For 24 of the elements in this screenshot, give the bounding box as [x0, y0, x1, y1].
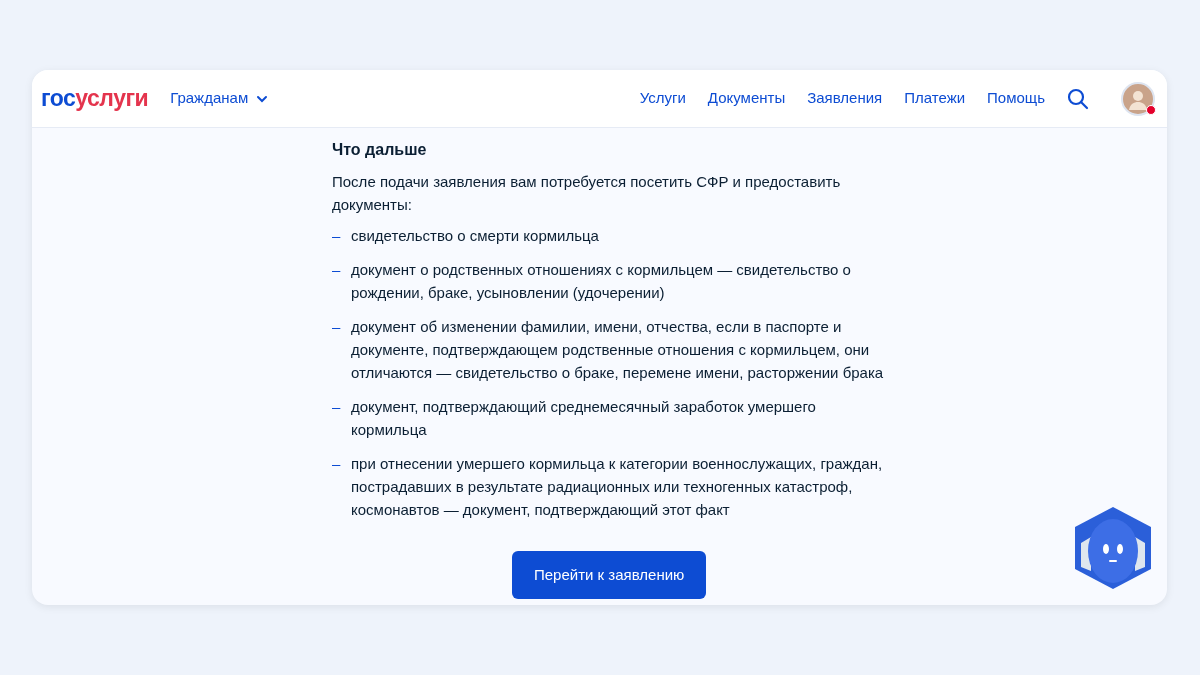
chevron-icon [256, 94, 269, 103]
logo[interactable]: госуслуги [41, 81, 149, 116]
nav-link[interactable]: Платежи [904, 87, 966, 110]
nav-link[interactable]: Заявления [807, 87, 883, 110]
section-heading: Что дальше [332, 140, 428, 160]
nav-link[interactable]: Услуги [639, 87, 686, 110]
audience-menu[interactable]: Гражданам [170, 87, 269, 110]
list-item-text: документ о родственных отношениях с кормильцем — свидетельство о рождении, браке, усыновлении (удочерении) [351, 260, 852, 303]
list-marker: – [332, 397, 342, 417]
intro-text: После подачи заявления вам потребуется посетить СФР и предоставить документы: [332, 172, 842, 215]
search-icon[interactable] [1067, 87, 1089, 110]
avatar[interactable] [1121, 81, 1155, 116]
list-marker: – [332, 226, 342, 246]
list-item-text: при отнесении умершего кормильца к категории военнослужащих, граждан, пострадавших в результате радиационных или техногенных катастроф, космонавтов — документ, подтверждающий этот факт [351, 454, 884, 520]
nav-link[interactable]: Документы [707, 87, 786, 110]
robot-assistant-icon[interactable] [1073, 505, 1153, 591]
list-item-text: свидетельство о смерти кормильца [351, 226, 600, 246]
list-marker: – [332, 260, 342, 280]
list-item-text: документ, подтверждающий среднемесячный заработок умершего кормильца [351, 397, 817, 440]
nav-link[interactable]: Помощь [987, 87, 1045, 110]
primary-button[interactable]: Перейти к заявлению [512, 551, 707, 599]
list-marker: – [332, 454, 342, 474]
list-item-text: документ об изменении фамилии, имени, отчества, если в паспорте и документе, подтверждающем родственные отношения с кормильцем, они отличаются — свидетельство о браке, перемене имени, расторжении брака [351, 317, 885, 383]
list-marker: – [332, 317, 342, 337]
